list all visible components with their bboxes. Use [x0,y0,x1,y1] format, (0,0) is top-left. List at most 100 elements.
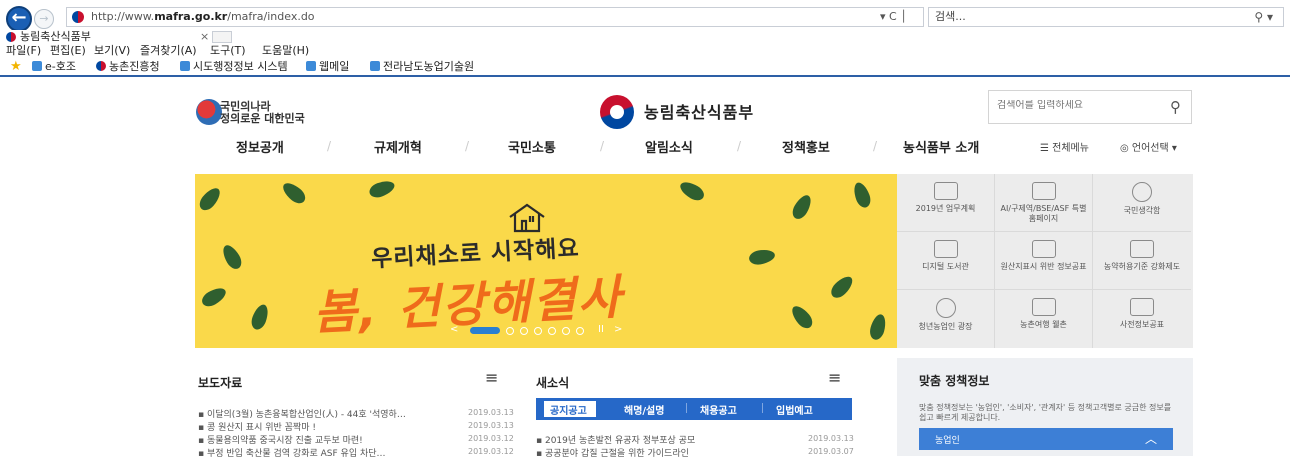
search-icon[interactable]: ⚲ [1170,98,1181,116]
ie-page-icon [180,61,190,71]
ie-page-icon [32,61,42,71]
back-button[interactable]: ← [6,6,32,32]
pager-dot[interactable] [520,327,528,335]
quick-link-digital-library[interactable]: 디지털 도서관 [897,232,995,290]
accordion-label: 농업인 [935,436,960,446]
tab-separator [762,403,763,413]
leaf-decoration [677,178,707,204]
banner-prev-icon[interactable]: < [450,324,458,335]
store-icon [1031,240,1056,258]
banner-pager: < II > [450,324,640,336]
url-domain: mafra.go.kr [154,10,228,23]
menu-view[interactable]: 보기(V) [94,44,130,58]
ministry-name: 농림축산식품부 [644,103,755,122]
nav-separator: / [737,139,742,153]
forward-button[interactable]: → [34,9,54,29]
new-tab-button[interactable] [212,31,232,43]
menu-favorites[interactable]: 즐겨찾기(A) [140,44,197,58]
news-more-menu-icon[interactable]: ≡ [828,368,841,387]
quick-link-pre-disclosure[interactable]: 사전정보공표 [1093,290,1191,348]
pager-dot[interactable] [562,327,570,335]
satellite-icon [935,298,956,318]
pager-dot-active[interactable] [470,327,500,334]
favorites-star-icon[interactable]: ★ [10,59,22,74]
ie-page-icon [370,61,380,71]
site-favicon-icon [72,11,84,23]
leaf-decoration [827,272,857,302]
favorite-ehojo[interactable]: e-호조 [32,59,76,74]
leaf-decoration [850,180,874,210]
all-menu-button[interactable]: ☰ 전체메뉴 [1040,139,1089,154]
pen-icon [1130,298,1154,316]
nav-communication[interactable]: 국민소통 [508,137,556,156]
nav-separator: / [327,139,332,153]
chevron-up-icon: ︿ [1144,432,1157,446]
press-date: 2019.03.12 [468,447,514,456]
quick-link-young-farmers[interactable]: 청년농업인 광장 [897,290,995,348]
banner-next-icon[interactable]: > [614,324,622,335]
favorite-jeonnam-ag[interactable]: 전라남도농업기술원 [370,59,474,74]
nav-about[interactable]: 농식품부 소개 [903,137,979,156]
book-icon [933,240,958,258]
pager-dot[interactable] [576,327,584,335]
site-search-input[interactable] [997,100,1147,111]
browser-search-placeholder: 검색... [935,10,966,23]
nation-slogan-logo[interactable]: 국민의나라 정의로운 대한민국 [196,97,306,131]
quick-link-work-plan[interactable]: 2019년 업무계획 [897,174,995,232]
pager-dot[interactable] [548,327,556,335]
menu-file[interactable]: 파일(F) [6,44,41,58]
language-select[interactable]: ◎ 언어선택 ▾ [1120,139,1177,154]
favorite-rda[interactable]: 농촌진흥청 [96,59,160,74]
press-item[interactable]: ▪ 동물용의약품 중국시장 진출 교두보 마련! [198,433,363,446]
address-bar[interactable]: http://www.mafra.go.kr/mafra/index.do [66,7,924,27]
banner-pause-icon[interactable]: II [598,324,604,335]
pager-dot[interactable] [534,327,542,335]
gov-logo-icon [96,61,106,71]
custom-policy-desc: 맞춤 정책정보는 '농업인', '소비자', '관계자' 등 정책고객별로 궁금… [919,403,1172,422]
tab-title: 농림축산식품부 [20,30,91,43]
news-title: 새소식 [536,376,570,390]
main-banner[interactable]: 우리채소로 시작해요 봄, 건강해결사 < II > [195,174,897,348]
nav-policy-pr[interactable]: 정책홍보 [782,137,830,156]
favorite-webmail[interactable]: 웹메일 [306,59,349,74]
nav-regulation[interactable]: 규제개혁 [374,137,422,156]
press-item[interactable]: ▪ 이달의(3월) 농촌융복합산업인(人) - 44호 '석영하… [198,407,406,420]
leaf-decoration [788,302,816,332]
custom-policy-panel: 맞춤 정책정보 맞춤 정책정보는 '농업인', '소비자', '관계자' 등 정… [897,358,1193,456]
quick-link-disease-site[interactable]: AI/구제역/BSE/ASF 특별홈페이지 [995,174,1093,232]
tab-notice[interactable]: 공지공고 [550,402,587,417]
tab-legislation[interactable]: 입법예고 [776,402,813,417]
back-arrow-icon: ← [11,7,27,28]
tab-row: 농림축산식품부 × [0,30,1290,44]
quick-links-grid: 2019년 업무계획 AI/구제역/BSE/ASF 특별홈페이지 국민생각함 디… [897,174,1193,348]
press-item[interactable]: ▪ 부정 반입 축산물 검역 강화로 ASF 유입 차단… [198,446,386,459]
ie-page-icon [306,61,316,71]
chat-icon [1132,182,1152,202]
menu-tools[interactable]: 도구(T) [210,44,246,58]
refresh-dropdown-controls[interactable]: ▾ C │ [880,10,907,23]
quick-link-origin-violation[interactable]: 원산지표시 위반 정보공표 [995,232,1093,290]
quick-link-pesticide[interactable]: 농약허용기준 강화제도 [1093,232,1191,290]
menu-edit[interactable]: 편집(E) [50,44,86,58]
nav-separator: / [465,139,470,153]
browser-search-box[interactable]: 검색... ⚲ ▾ [928,7,1284,27]
tab-close-icon[interactable]: × [200,30,209,44]
news-item[interactable]: ▪ 공공분야 갑질 근절을 위한 가이드라인 [536,446,689,459]
tab-recruitment[interactable]: 채용공고 [700,402,737,417]
news-item[interactable]: ▪ 2019년 농촌발전 유공자 정부포상 공모 [536,433,695,446]
tab-clarification[interactable]: 해명/설명 [624,402,664,417]
bottle-icon [1130,240,1154,258]
press-item[interactable]: ▪ 콩 원산지 표시 위반 꼼짝마 ! [198,420,316,433]
house-icon [509,203,545,233]
quick-link-rural-travel[interactable]: 농촌여행 웰촌 [995,290,1093,348]
press-more-menu-icon[interactable]: ≡ [485,368,498,387]
quick-link-citizen-ideas[interactable]: 국민생각함 [1093,174,1191,232]
favorite-admin-system[interactable]: 시도행정정보 시스템 [180,59,288,74]
farmer-accordion[interactable]: 농업인 ︿ [919,428,1173,450]
pager-dot[interactable] [506,327,514,335]
menu-help[interactable]: 도움말(H) [262,44,309,58]
nav-news[interactable]: 알림소식 [645,137,693,156]
browser-tab[interactable]: 농림축산식품부 × [4,30,210,44]
nav-info-disclosure[interactable]: 정보공개 [236,137,284,156]
search-icon[interactable]: ⚲ ▾ [1254,8,1273,26]
